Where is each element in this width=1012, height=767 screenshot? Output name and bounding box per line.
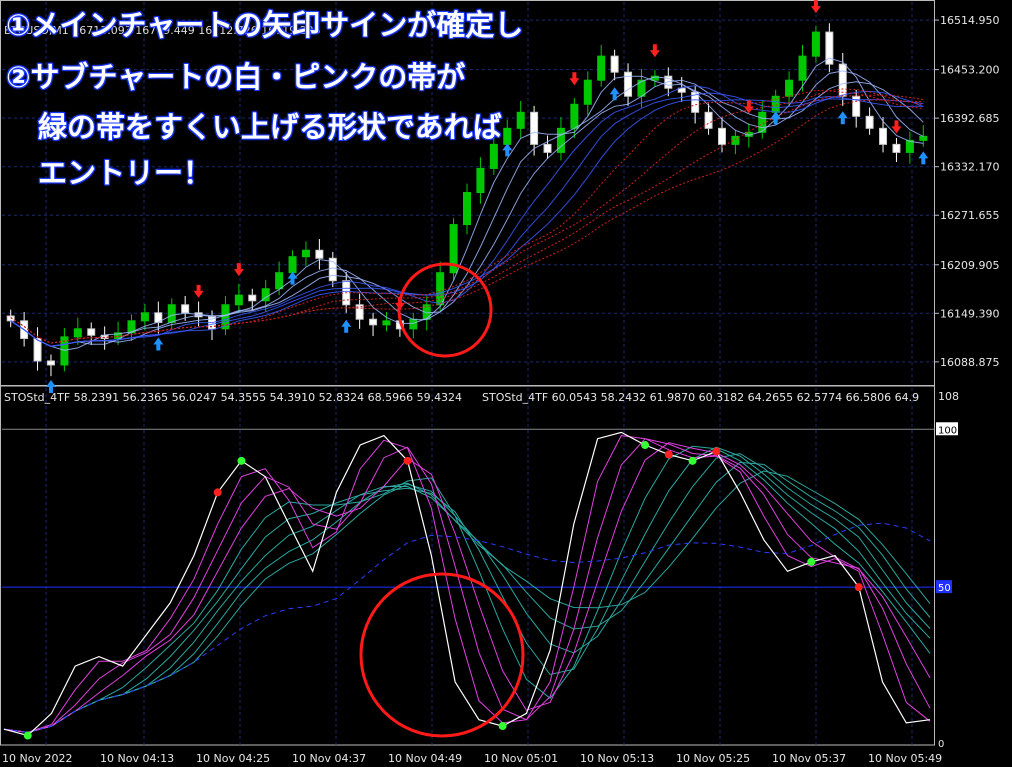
candle-body	[409, 318, 418, 330]
candle-body	[248, 294, 257, 302]
candle-body	[33, 337, 42, 362]
annotation-line-1: ①メインチャートの矢印サインが確定し	[6, 8, 524, 42]
candle-body	[543, 143, 552, 153]
candle-body	[530, 111, 539, 145]
stoch-slow-line	[3, 470, 931, 733]
signal-dot	[213, 488, 222, 497]
candle-body	[879, 127, 888, 145]
signal-dot	[712, 447, 721, 456]
buy-arrow-icon	[502, 143, 513, 157]
candle-body	[919, 135, 928, 141]
candle-body	[140, 312, 149, 322]
signal-dot	[688, 456, 697, 465]
candle-body	[838, 63, 847, 97]
sell-arrow-icon	[193, 284, 204, 298]
sub-bottom-label: 0	[938, 739, 944, 750]
candle-body	[516, 111, 525, 129]
sub-top-label: 108	[938, 390, 959, 403]
stoch-slow-line	[3, 445, 931, 733]
time-tick-label: 10 Nov 05:25	[676, 752, 750, 765]
indicator-label-2: STOStd_4TF 60.0543 58.2432 61.9870 60.31…	[482, 391, 920, 404]
stoch-slow-line	[3, 461, 931, 733]
price-tick-label: 16149.390	[940, 307, 1000, 320]
time-tick-label: 10 Nov 04:37	[292, 752, 366, 765]
candle-body	[167, 304, 176, 323]
buy-arrow-icon	[918, 151, 929, 165]
signal-dot	[641, 441, 650, 450]
buy-arrow-icon	[609, 87, 620, 101]
candle-body	[46, 360, 55, 366]
candle-body	[87, 328, 96, 336]
signal-dot	[403, 456, 412, 465]
candle-body	[704, 111, 713, 129]
price-tick-label: 16209.905	[940, 259, 1000, 272]
time-tick-label: 10 Nov 05:13	[580, 752, 654, 765]
time-tick-label: 10 Nov 05:37	[772, 752, 846, 765]
chart-window[interactable]: { "window": { "symbol_line": "BTCUSD,M1 …	[0, 0, 1012, 767]
annotation-line-4: エントリー！	[38, 156, 213, 190]
candle-body	[275, 272, 284, 290]
time-tick-label: 10 Nov 04:49	[388, 752, 462, 765]
signal-dot	[498, 722, 507, 731]
candle-body	[811, 31, 820, 57]
price-tick-label: 16392.685	[940, 112, 1000, 125]
stoch-fast-line	[3, 435, 931, 733]
candle-body	[315, 249, 324, 259]
stoch-slow-line	[3, 453, 931, 733]
signal-dot	[664, 450, 673, 459]
sub-level-100-label: 100	[938, 425, 957, 436]
annotation-line-2: ②サブチャートの白・ピンクの帯が	[6, 60, 466, 94]
sell-arrow-icon	[649, 44, 660, 58]
candle-body	[503, 127, 512, 145]
signal-dot	[807, 557, 816, 566]
candle-body	[597, 55, 606, 81]
candle-body	[583, 79, 592, 105]
buy-arrow-icon	[837, 111, 848, 125]
sub-panel-frame	[0, 385, 935, 746]
price-tick-label: 16332.170	[940, 161, 1000, 174]
stoch-fast-line	[3, 438, 931, 733]
indicator-label-1: STOStd_4TF 58.2391 56.2365 56.0247 54.35…	[4, 391, 463, 404]
candle-body	[785, 79, 794, 97]
candle-body	[73, 328, 82, 338]
signal-dot	[854, 583, 863, 592]
price-tick-label: 16088.875	[940, 356, 1000, 369]
price-tick-label: 16514.950	[940, 14, 1000, 27]
buy-arrow-icon	[153, 337, 164, 351]
sell-arrow-icon	[810, 0, 821, 14]
candle-body	[476, 167, 485, 193]
sell-arrow-icon	[569, 72, 580, 86]
candle-body	[234, 294, 243, 306]
candle-body	[892, 143, 901, 153]
sub-highlight-circle	[359, 572, 525, 738]
price-tick-label: 16271.655	[940, 209, 1000, 222]
candle-body	[610, 55, 619, 73]
price-tick-label: 16453.200	[940, 64, 1000, 77]
candle-body	[382, 320, 391, 326]
candle-body	[798, 55, 807, 81]
time-tick-label: 10 Nov 04:13	[100, 752, 174, 765]
main-highlight-circle	[397, 262, 493, 358]
candle-body	[181, 304, 190, 314]
signal-dot	[23, 731, 32, 740]
signal-dot	[237, 456, 246, 465]
candle-body	[865, 115, 874, 129]
candle-body	[570, 103, 579, 129]
buy-arrow-icon	[341, 319, 352, 333]
candle-body	[301, 249, 310, 258]
time-tick-label: 10 Nov 05:01	[484, 752, 558, 765]
time-tick-label: 10 Nov 2022	[2, 752, 72, 765]
candle-body	[6, 315, 15, 322]
candle-body	[717, 127, 726, 145]
candle-body	[288, 256, 297, 274]
stochastic-ribbon-group	[3, 431, 931, 737]
time-tick-label: 10 Nov 05:49	[868, 752, 942, 765]
annotation-line-3: 緑の帯をすくい上げる形状であれば	[38, 110, 502, 144]
sub-level-50-label: 50	[938, 583, 951, 594]
candle-body	[489, 143, 498, 169]
time-tick-label: 10 Nov 04:25	[196, 752, 270, 765]
candle-body	[463, 192, 471, 226]
candle-body	[369, 318, 378, 326]
